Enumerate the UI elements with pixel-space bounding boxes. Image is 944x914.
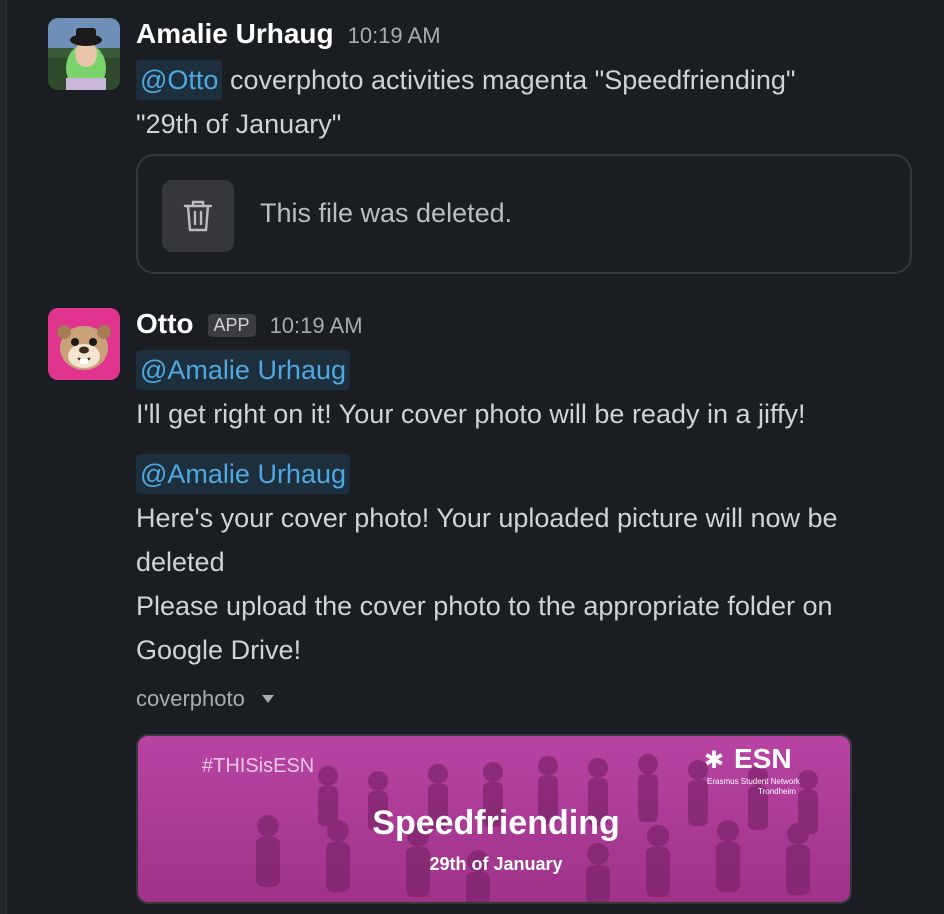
message-otto: Otto APP 10:19 AM @Amalie Urhaug I'll ge… bbox=[48, 308, 944, 914]
avatar-amalie[interactable] bbox=[48, 18, 120, 90]
message-text: @Amalie Urhaug I'll get right on it! You… bbox=[136, 348, 916, 436]
deleted-file-text: This file was deleted. bbox=[260, 198, 513, 228]
cover-date: 29th of January bbox=[429, 854, 562, 874]
message-text-line1: coverphoto activities magenta "Speedfrie… bbox=[222, 65, 796, 95]
esn-logo-sub2: Trondheim bbox=[758, 787, 796, 796]
message-text-line: Please upload the cover photo to the app… bbox=[136, 591, 833, 621]
avatar-otto[interactable] bbox=[48, 308, 120, 380]
cover-title: Speedfriending bbox=[372, 804, 619, 842]
mention-amalie[interactable]: @Amalie Urhaug bbox=[136, 350, 350, 390]
author-name[interactable]: Otto bbox=[136, 308, 194, 340]
message-text-line: deleted bbox=[136, 547, 225, 577]
author-name[interactable]: Amalie Urhaug bbox=[136, 18, 334, 50]
file-name: coverphoto bbox=[136, 686, 245, 711]
caret-down-icon bbox=[261, 695, 274, 703]
cover-hashtag: #THISisESN bbox=[202, 755, 314, 777]
esn-logo-sub1: Erasmus Student Network bbox=[707, 777, 801, 786]
file-label-toggle[interactable]: coverphoto bbox=[136, 686, 916, 712]
message-text-line2: "29th of January" bbox=[136, 109, 342, 139]
trash-icon bbox=[183, 200, 213, 232]
message-text-2: @Amalie Urhaug Here's your cover photo! … bbox=[136, 452, 916, 672]
esn-logo: ESN bbox=[734, 743, 792, 774]
app-badge: APP bbox=[207, 314, 256, 337]
message-text-line: Google Drive! bbox=[136, 635, 302, 665]
timestamp[interactable]: 10:19 AM bbox=[270, 313, 363, 339]
message-text-line: Here's your cover photo! Your uploaded p… bbox=[136, 503, 838, 533]
cover-photo-graphic: #THISisESN ✱ ESN Erasmus Student Network… bbox=[138, 736, 850, 902]
message-text: @Otto coverphoto activities magenta "Spe… bbox=[136, 58, 916, 146]
channel-left-border bbox=[0, 0, 7, 914]
mention-amalie[interactable]: @Amalie Urhaug bbox=[136, 454, 350, 494]
message-text-reply: I'll get right on it! Your cover photo w… bbox=[136, 399, 806, 429]
message-amalie: Amalie Urhaug 10:19 AM @Otto coverphoto … bbox=[48, 18, 944, 288]
esn-star-icon: ✱ bbox=[704, 747, 724, 774]
mention-otto[interactable]: @Otto bbox=[136, 60, 223, 100]
timestamp[interactable]: 10:19 AM bbox=[348, 23, 441, 49]
trash-icon-box bbox=[162, 180, 234, 252]
cover-photo-image[interactable]: #THISisESN ✱ ESN Erasmus Student Network… bbox=[136, 734, 852, 904]
deleted-file-card: This file was deleted. bbox=[136, 154, 912, 274]
